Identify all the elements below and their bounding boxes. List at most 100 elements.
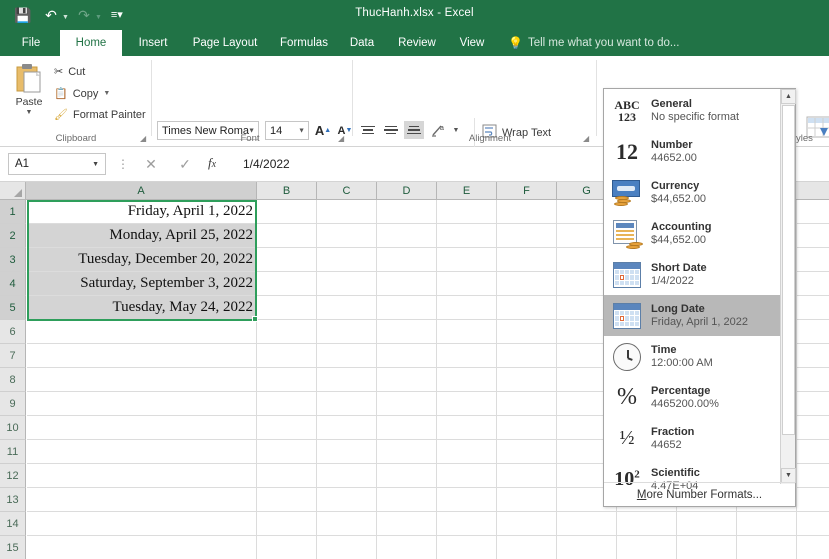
row-header-5[interactable]: 5 bbox=[0, 296, 26, 320]
grid-cell[interactable] bbox=[557, 536, 617, 559]
grid-cell[interactable] bbox=[317, 248, 377, 272]
dropdown-scrollbar[interactable]: ▲ ▼ bbox=[780, 89, 796, 484]
cell-a4[interactable]: Saturday, September 3, 2022 bbox=[27, 272, 256, 296]
grid-cell[interactable] bbox=[257, 488, 317, 512]
grid-cell[interactable] bbox=[317, 320, 377, 344]
column-header-f[interactable]: F bbox=[497, 182, 557, 200]
grid-cell[interactable] bbox=[497, 224, 557, 248]
row-header-14[interactable]: 14 bbox=[0, 512, 26, 536]
grid-cell[interactable] bbox=[437, 272, 497, 296]
grid-cell[interactable] bbox=[797, 296, 829, 320]
grid-cell[interactable] bbox=[257, 464, 317, 488]
grid-cell[interactable] bbox=[257, 512, 317, 536]
grid-cell[interactable] bbox=[377, 320, 437, 344]
grid-cell[interactable] bbox=[257, 272, 317, 296]
grid-cell[interactable] bbox=[497, 416, 557, 440]
row-header-12[interactable]: 12 bbox=[0, 464, 26, 488]
grid-cell[interactable] bbox=[437, 320, 497, 344]
grid-cell[interactable] bbox=[497, 272, 557, 296]
grid-cell[interactable] bbox=[797, 464, 829, 488]
grid-cell[interactable] bbox=[27, 488, 257, 512]
align-top-button[interactable] bbox=[358, 121, 378, 139]
grid-cell[interactable] bbox=[27, 440, 257, 464]
row-header-1[interactable]: 1 bbox=[0, 200, 26, 224]
name-box-dropdown-icon[interactable]: ▼ bbox=[92, 161, 99, 168]
grid-cell[interactable] bbox=[497, 296, 557, 320]
grid-cell[interactable] bbox=[27, 536, 257, 559]
number-format-item-accounting[interactable]: Accounting $44,652.00 bbox=[604, 213, 781, 254]
grid-cell[interactable] bbox=[497, 200, 557, 224]
grid-cell[interactable] bbox=[317, 488, 377, 512]
grid-cell[interactable] bbox=[497, 248, 557, 272]
column-header-c[interactable]: C bbox=[317, 182, 377, 200]
number-format-item-number[interactable]: 12 Number 44652.00 bbox=[604, 131, 781, 172]
tab-page-layout[interactable]: Page Layout bbox=[182, 30, 268, 56]
grid-cell[interactable] bbox=[617, 512, 677, 536]
grid-cell[interactable] bbox=[377, 440, 437, 464]
column-header-b[interactable]: B bbox=[257, 182, 317, 200]
grid-cell[interactable] bbox=[797, 200, 829, 224]
tell-me-box[interactable]: 💡 Tell me what you want to do... bbox=[508, 30, 679, 56]
tab-insert[interactable]: Insert bbox=[128, 30, 178, 56]
grid-cell[interactable] bbox=[257, 440, 317, 464]
cell-a5[interactable]: Tuesday, May 24, 2022 bbox=[27, 296, 256, 320]
row-header-9[interactable]: 9 bbox=[0, 392, 26, 416]
align-middle-button[interactable] bbox=[381, 121, 401, 139]
select-all-corner[interactable] bbox=[0, 182, 26, 200]
grid-cell[interactable] bbox=[437, 368, 497, 392]
grid-cell[interactable] bbox=[377, 296, 437, 320]
font-dialog-launcher[interactable]: ◢ bbox=[338, 134, 344, 143]
grid-cell[interactable] bbox=[377, 200, 437, 224]
tab-home[interactable]: Home bbox=[60, 30, 122, 56]
grid-cell[interactable] bbox=[797, 512, 829, 536]
grid-cell[interactable] bbox=[317, 368, 377, 392]
grid-cell[interactable] bbox=[317, 224, 377, 248]
grid-cell[interactable] bbox=[317, 344, 377, 368]
cut-button[interactable]: ✂ Cut bbox=[54, 65, 85, 79]
tab-review[interactable]: Review bbox=[388, 30, 446, 56]
grid-cell[interactable] bbox=[437, 344, 497, 368]
row-header-7[interactable]: 7 bbox=[0, 344, 26, 368]
row-header-3[interactable]: 3 bbox=[0, 248, 26, 272]
grid-cell[interactable] bbox=[377, 248, 437, 272]
grid-cell[interactable] bbox=[437, 248, 497, 272]
grid-cell[interactable] bbox=[377, 224, 437, 248]
grid-cell[interactable] bbox=[797, 392, 829, 416]
number-format-item-percentage[interactable]: % Percentage 4465200.00% bbox=[604, 377, 781, 418]
grid-cell[interactable] bbox=[257, 200, 317, 224]
grid-cell[interactable] bbox=[797, 416, 829, 440]
name-box[interactable]: A1 ▼ bbox=[8, 153, 106, 175]
grid-cell[interactable] bbox=[497, 512, 557, 536]
grid-cell[interactable] bbox=[437, 488, 497, 512]
more-number-formats-item[interactable]: More Number Formats... bbox=[604, 482, 795, 506]
paste-dropdown-icon[interactable]: ▼ bbox=[26, 109, 33, 116]
grid-cell[interactable] bbox=[797, 272, 829, 296]
grid-cell[interactable] bbox=[437, 512, 497, 536]
grid-cell[interactable] bbox=[317, 272, 377, 296]
alignment-dialog-launcher[interactable]: ◢ bbox=[583, 134, 589, 143]
scroll-up-icon[interactable]: ▲ bbox=[781, 89, 796, 104]
grid-cell[interactable] bbox=[797, 440, 829, 464]
grid-cell[interactable] bbox=[317, 512, 377, 536]
grid-cell[interactable] bbox=[437, 440, 497, 464]
grid-cell[interactable] bbox=[557, 512, 617, 536]
grid-cell[interactable] bbox=[797, 536, 829, 559]
grid-cell[interactable] bbox=[497, 488, 557, 512]
grid-cell[interactable] bbox=[797, 224, 829, 248]
row-header-10[interactable]: 10 bbox=[0, 416, 26, 440]
grid-cell[interactable] bbox=[437, 536, 497, 559]
grid-cell[interactable] bbox=[27, 416, 257, 440]
grid-cell[interactable] bbox=[317, 416, 377, 440]
number-format-item-long-date[interactable]: Long Date Friday, April 1, 2022 bbox=[604, 295, 781, 336]
grid-cell[interactable] bbox=[797, 368, 829, 392]
fill-handle[interactable] bbox=[252, 316, 258, 322]
grid-cell[interactable] bbox=[27, 512, 257, 536]
grid-cell[interactable] bbox=[27, 392, 257, 416]
grid-cell[interactable] bbox=[437, 224, 497, 248]
grid-cell[interactable] bbox=[27, 344, 257, 368]
tab-formulas[interactable]: Formulas bbox=[272, 30, 336, 56]
grid-cell[interactable] bbox=[377, 464, 437, 488]
number-format-item-time[interactable]: Time 12:00:00 AM bbox=[604, 336, 781, 377]
grid-cell[interactable] bbox=[797, 248, 829, 272]
grid-cell[interactable] bbox=[257, 392, 317, 416]
